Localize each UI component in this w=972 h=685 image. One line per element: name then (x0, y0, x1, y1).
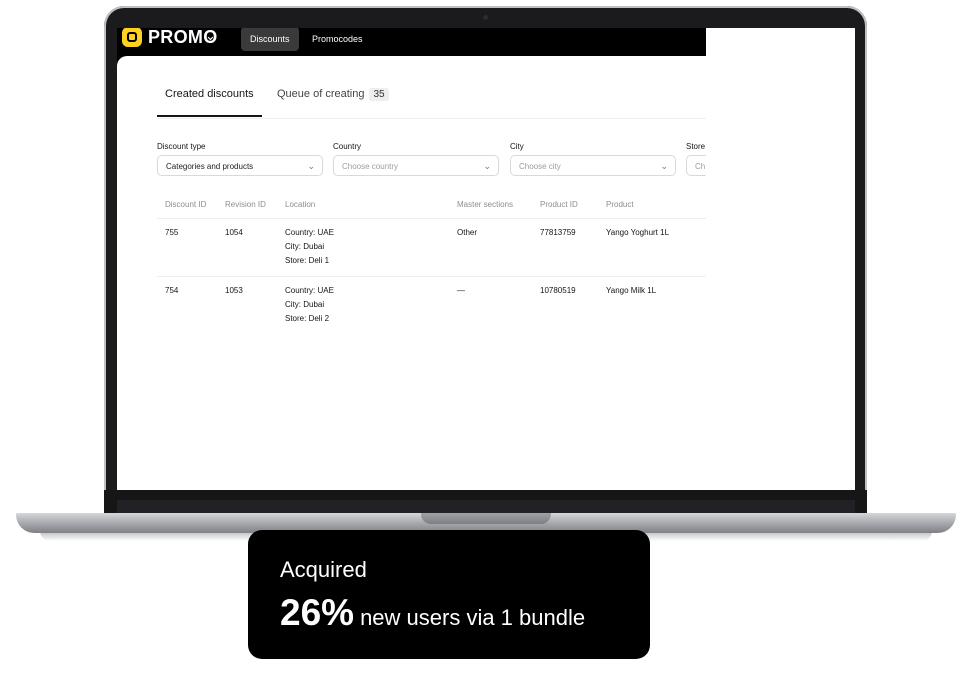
badge-percentage: 26% (280, 592, 355, 633)
location-city: City: Dubai (285, 300, 325, 309)
cell-product-id: 10780519 (540, 286, 576, 295)
cell-product: Yango Yoghurt 1L (606, 228, 670, 237)
column-header-master-sections[interactable]: Master sections (457, 200, 513, 209)
city-select[interactable]: Choose city ⌄ (510, 155, 676, 176)
chevron-down-icon: ⌄ (483, 161, 491, 171)
chevron-down-icon[interactable]: ⌄ (205, 28, 216, 44)
badge-caption: new users via 1 bundle (360, 605, 586, 630)
discount-type-value: Categories and products (166, 162, 254, 171)
city-placeholder: Choose city (519, 162, 561, 171)
location-country: Country: UAE (285, 228, 334, 237)
cell-product-id: 77813759 (540, 228, 576, 237)
filter-label-discount-type: Discount type (157, 142, 206, 151)
tab-bar: Created discounts Queue of creating 35 (157, 74, 717, 119)
chevron-down-icon: ⌄ (307, 161, 315, 171)
column-header-discount-id[interactable]: Discount ID (165, 200, 206, 209)
cell-revision-id: 1053 (225, 286, 243, 295)
filter-label-city: City (510, 142, 524, 151)
badge-title: Acquired (280, 557, 367, 582)
discount-type-select[interactable]: Categories and products ⌄ (157, 155, 323, 176)
tab-queue-of-creating[interactable]: Queue of creating 35 (277, 88, 389, 101)
camera (483, 15, 488, 20)
column-header-location[interactable]: Location (285, 200, 315, 209)
screen-bezel-hinge (117, 500, 855, 514)
cell-location: Country: UAE City: Dubai Store: Deli 2 (285, 284, 334, 326)
cell-master-sections: — (457, 286, 465, 295)
country-placeholder: Choose country (342, 162, 399, 171)
location-store: Store: Deli 1 (285, 256, 330, 265)
badge-stat: 26% new users via 1 bundle (280, 592, 585, 634)
laptop-notch (421, 513, 551, 524)
screen-overlay-panel (706, 28, 855, 490)
column-header-product[interactable]: Product (606, 200, 634, 209)
row-divider (157, 218, 707, 219)
laptop-screen: PROMO ⌄ Discounts Promocodes Created dis… (117, 28, 855, 490)
queue-count-badge: 35 (369, 88, 389, 101)
row-divider (157, 276, 707, 277)
store-placeholder: Ch (695, 162, 706, 171)
column-header-product-id[interactable]: Product ID (540, 200, 578, 209)
stats-badge: Acquired 26% new users via 1 bundle (248, 530, 650, 659)
tab-queue-label: Queue of creating (277, 88, 365, 100)
filter-label-store: Store (686, 142, 706, 151)
cell-discount-id: 754 (165, 286, 179, 295)
logo-icon (122, 28, 142, 47)
country-select[interactable]: Choose country ⌄ (333, 155, 499, 176)
nav-tab-promocodes[interactable]: Promocodes (303, 28, 372, 51)
cell-location: Country: UAE City: Dubai Store: Deli 1 (285, 226, 334, 268)
cell-discount-id: 755 (165, 228, 179, 237)
tab-created-discounts[interactable]: Created discounts (157, 88, 262, 117)
cell-master-sections: Other (457, 228, 478, 237)
chevron-down-icon: ⌄ (660, 161, 668, 171)
nav-tab-discounts[interactable]: Discounts (241, 28, 299, 51)
location-store: Store: Deli 2 (285, 314, 330, 323)
filter-label-country: Country (333, 142, 362, 151)
location-country: Country: UAE (285, 286, 334, 295)
cell-revision-id: 1054 (225, 228, 243, 237)
cell-product: Yango Milk 1L (606, 286, 657, 295)
column-header-revision-id[interactable]: Revision ID (225, 200, 266, 209)
location-city: City: Dubai (285, 242, 325, 251)
